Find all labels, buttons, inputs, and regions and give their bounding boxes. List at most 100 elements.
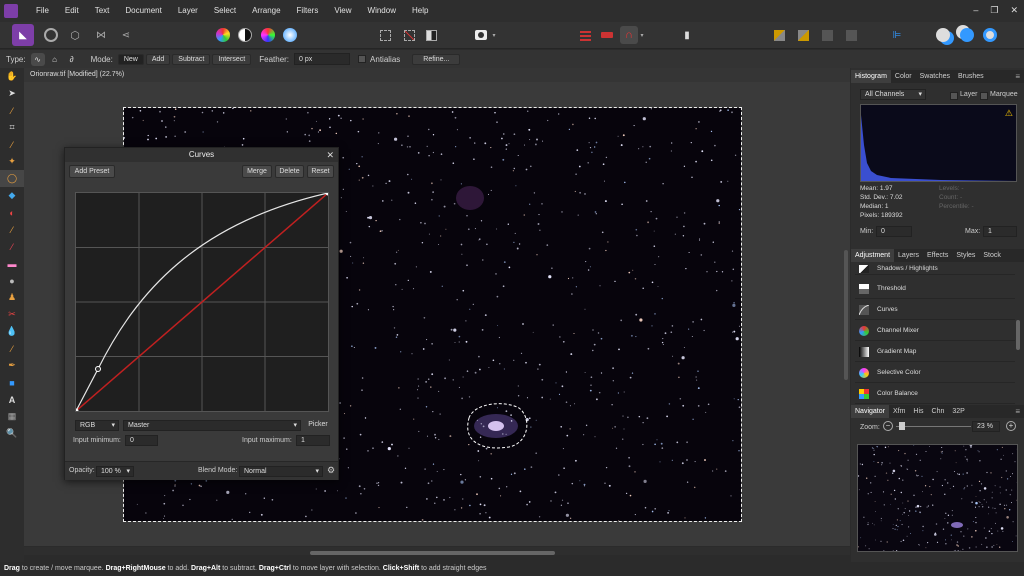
red-eye-tool-icon[interactable]: ▦ (0, 408, 24, 425)
adjustment-curves[interactable]: Curves (855, 300, 1015, 320)
tab-styles[interactable]: Styles (952, 249, 979, 262)
clone-tool-icon[interactable]: ♟ (0, 289, 24, 306)
tab-adjustment[interactable]: Adjustment (851, 249, 895, 262)
polygonal-type-icon[interactable]: ⌂ (48, 53, 62, 66)
input-max-field[interactable]: 1 (296, 435, 330, 446)
menu-view[interactable]: View (326, 0, 359, 22)
warning-icon[interactable]: ⚠ (1005, 108, 1013, 119)
mode-add-button[interactable]: Add (145, 53, 171, 65)
menu-select[interactable]: Select (206, 0, 244, 22)
zoom-tool-icon[interactable]: 🔍 (0, 425, 24, 442)
snapping-magnet-icon[interactable]: ∩ (620, 26, 638, 44)
snapping-grid-icon[interactable] (576, 26, 594, 44)
picker-button[interactable]: Picker (305, 419, 331, 432)
auto-colors-icon[interactable] (259, 26, 277, 44)
tab-histogram[interactable]: Histogram (851, 70, 891, 83)
boolean-intersect-icon[interactable] (981, 26, 999, 44)
min-field[interactable]: 0 (876, 226, 912, 237)
adjustment-color-balance[interactable]: Color Balance (855, 384, 1015, 404)
selection-brush-tool-icon[interactable]: ⁄ (0, 136, 24, 153)
arrange-forward-icon[interactable] (794, 26, 812, 44)
add-preset-button[interactable]: Add Preset (69, 165, 115, 178)
navigator-thumbnail[interactable] (857, 444, 1018, 552)
develop-persona-icon[interactable]: ⬡ (66, 26, 84, 44)
close-window-button[interactable]: ✕ (1010, 0, 1018, 20)
snapping-dropdown-icon[interactable]: ▾ (638, 26, 646, 44)
align-icon[interactable]: ⊫ (888, 26, 906, 44)
marquee-checkbox[interactable] (980, 92, 988, 100)
auto-contrast-icon[interactable] (236, 26, 254, 44)
tab-channels[interactable]: Chn (928, 405, 949, 418)
tab-transform[interactable]: Xfm (889, 405, 909, 418)
zoom-out-icon[interactable]: − (883, 421, 893, 431)
liquify-persona-icon[interactable] (42, 26, 60, 44)
refine-button[interactable]: Refine... (412, 53, 461, 65)
mode-intersect-button[interactable]: Intersect (212, 53, 252, 65)
pin-icon[interactable]: ▮ (678, 26, 696, 44)
merge-button[interactable]: Merge (242, 165, 272, 178)
menu-edit[interactable]: Edit (57, 0, 87, 22)
tab-layers[interactable]: Layers (894, 249, 923, 262)
freehand-type-icon[interactable]: ∿ (30, 52, 45, 66)
selection-marquee-icon[interactable] (376, 26, 394, 44)
adjustment-channel-mixer[interactable]: Channel Mixer (855, 321, 1015, 341)
menu-file[interactable]: File (22, 0, 57, 22)
rectangle-tool-icon[interactable]: ■ (0, 374, 24, 391)
adjustment-selective-color[interactable]: Selective Color (855, 363, 1015, 383)
adjustment-threshold[interactable]: Threshold (855, 279, 1015, 299)
dodge-tool-icon[interactable]: ● (0, 272, 24, 289)
antialias-checkbox[interactable] (358, 55, 367, 63)
reset-button[interactable]: Reset (307, 165, 334, 178)
adjustment-gradient-map[interactable]: Gradient Map (855, 342, 1015, 362)
panel-menu-icon[interactable]: ≡ (1015, 405, 1020, 418)
curves-title-bar[interactable]: Curves ✕ (65, 148, 338, 162)
tab-navigator[interactable]: Navigator (851, 405, 889, 418)
arrange-back-icon[interactable] (770, 26, 788, 44)
input-min-field[interactable]: 0 (125, 435, 158, 446)
quick-mask-dropdown-icon[interactable]: ▾ (490, 26, 498, 44)
restore-button[interactable]: ❐ (990, 0, 998, 20)
photo-persona-icon[interactable]: ◣ (12, 24, 34, 46)
arrange-disabled-icon-2[interactable] (842, 26, 860, 44)
magnetic-type-icon[interactable]: ∂ (65, 53, 79, 66)
menu-text[interactable]: Text (87, 0, 118, 22)
auto-levels-icon[interactable] (214, 26, 232, 44)
mode-new-button[interactable]: New (117, 53, 144, 65)
flood-select-tool-icon[interactable]: ✦ (0, 153, 24, 170)
max-field[interactable]: 1 (983, 226, 1017, 237)
blur-tool-icon[interactable]: 💧 (0, 323, 24, 340)
quick-mask-icon[interactable] (472, 26, 490, 44)
move-tool-icon[interactable]: ➤ (0, 85, 24, 102)
tab-color[interactable]: Color (891, 70, 916, 83)
freehand-selection-tool-icon[interactable]: ◯ (0, 170, 24, 187)
affinity-photo-logo[interactable] (0, 0, 22, 22)
paint-brush-tool-icon[interactable]: ⁄ (0, 221, 24, 238)
flood-fill-tool-icon[interactable]: ◆ (0, 187, 24, 204)
tab-brushes[interactable]: Brushes (954, 70, 988, 83)
curve-graph[interactable] (73, 190, 331, 414)
tab-32p[interactable]: 32P (948, 405, 968, 418)
menu-document[interactable]: Document (117, 0, 169, 22)
close-icon[interactable]: ✕ (326, 148, 334, 162)
tab-stock[interactable]: Stock (979, 249, 1005, 262)
tab-swatches[interactable]: Swatches (916, 70, 954, 83)
vertical-scrollbar[interactable] (844, 250, 848, 380)
tab-effects[interactable]: Effects (923, 249, 952, 262)
invert-selection-icon[interactable] (422, 26, 440, 44)
export-persona-icon[interactable]: ⋖ (117, 26, 135, 44)
document-tab[interactable]: Orionraw.tif [Modified] (22.7%) (24, 68, 850, 82)
minimize-button[interactable]: – (973, 0, 978, 20)
menu-filters[interactable]: Filters (289, 0, 327, 22)
arrange-disabled-icon-1[interactable] (818, 26, 836, 44)
zoom-field[interactable]: 23 % (972, 421, 1000, 432)
adjustment-scrollbar[interactable] (1016, 320, 1020, 350)
target-select[interactable]: Master ▾ (123, 420, 301, 431)
gradient-tool-icon[interactable]: ◐ (0, 204, 24, 221)
boolean-subtract-icon[interactable] (958, 26, 976, 44)
horizontal-scrollbar[interactable] (310, 551, 555, 555)
zoom-slider-handle[interactable] (899, 422, 905, 430)
auto-white-balance-icon[interactable] (281, 26, 299, 44)
opacity-field[interactable]: 100 % ▾ (96, 466, 134, 477)
erase-brush-tool-icon[interactable]: ▬ (0, 255, 24, 272)
curve-point-mid[interactable] (95, 366, 101, 372)
